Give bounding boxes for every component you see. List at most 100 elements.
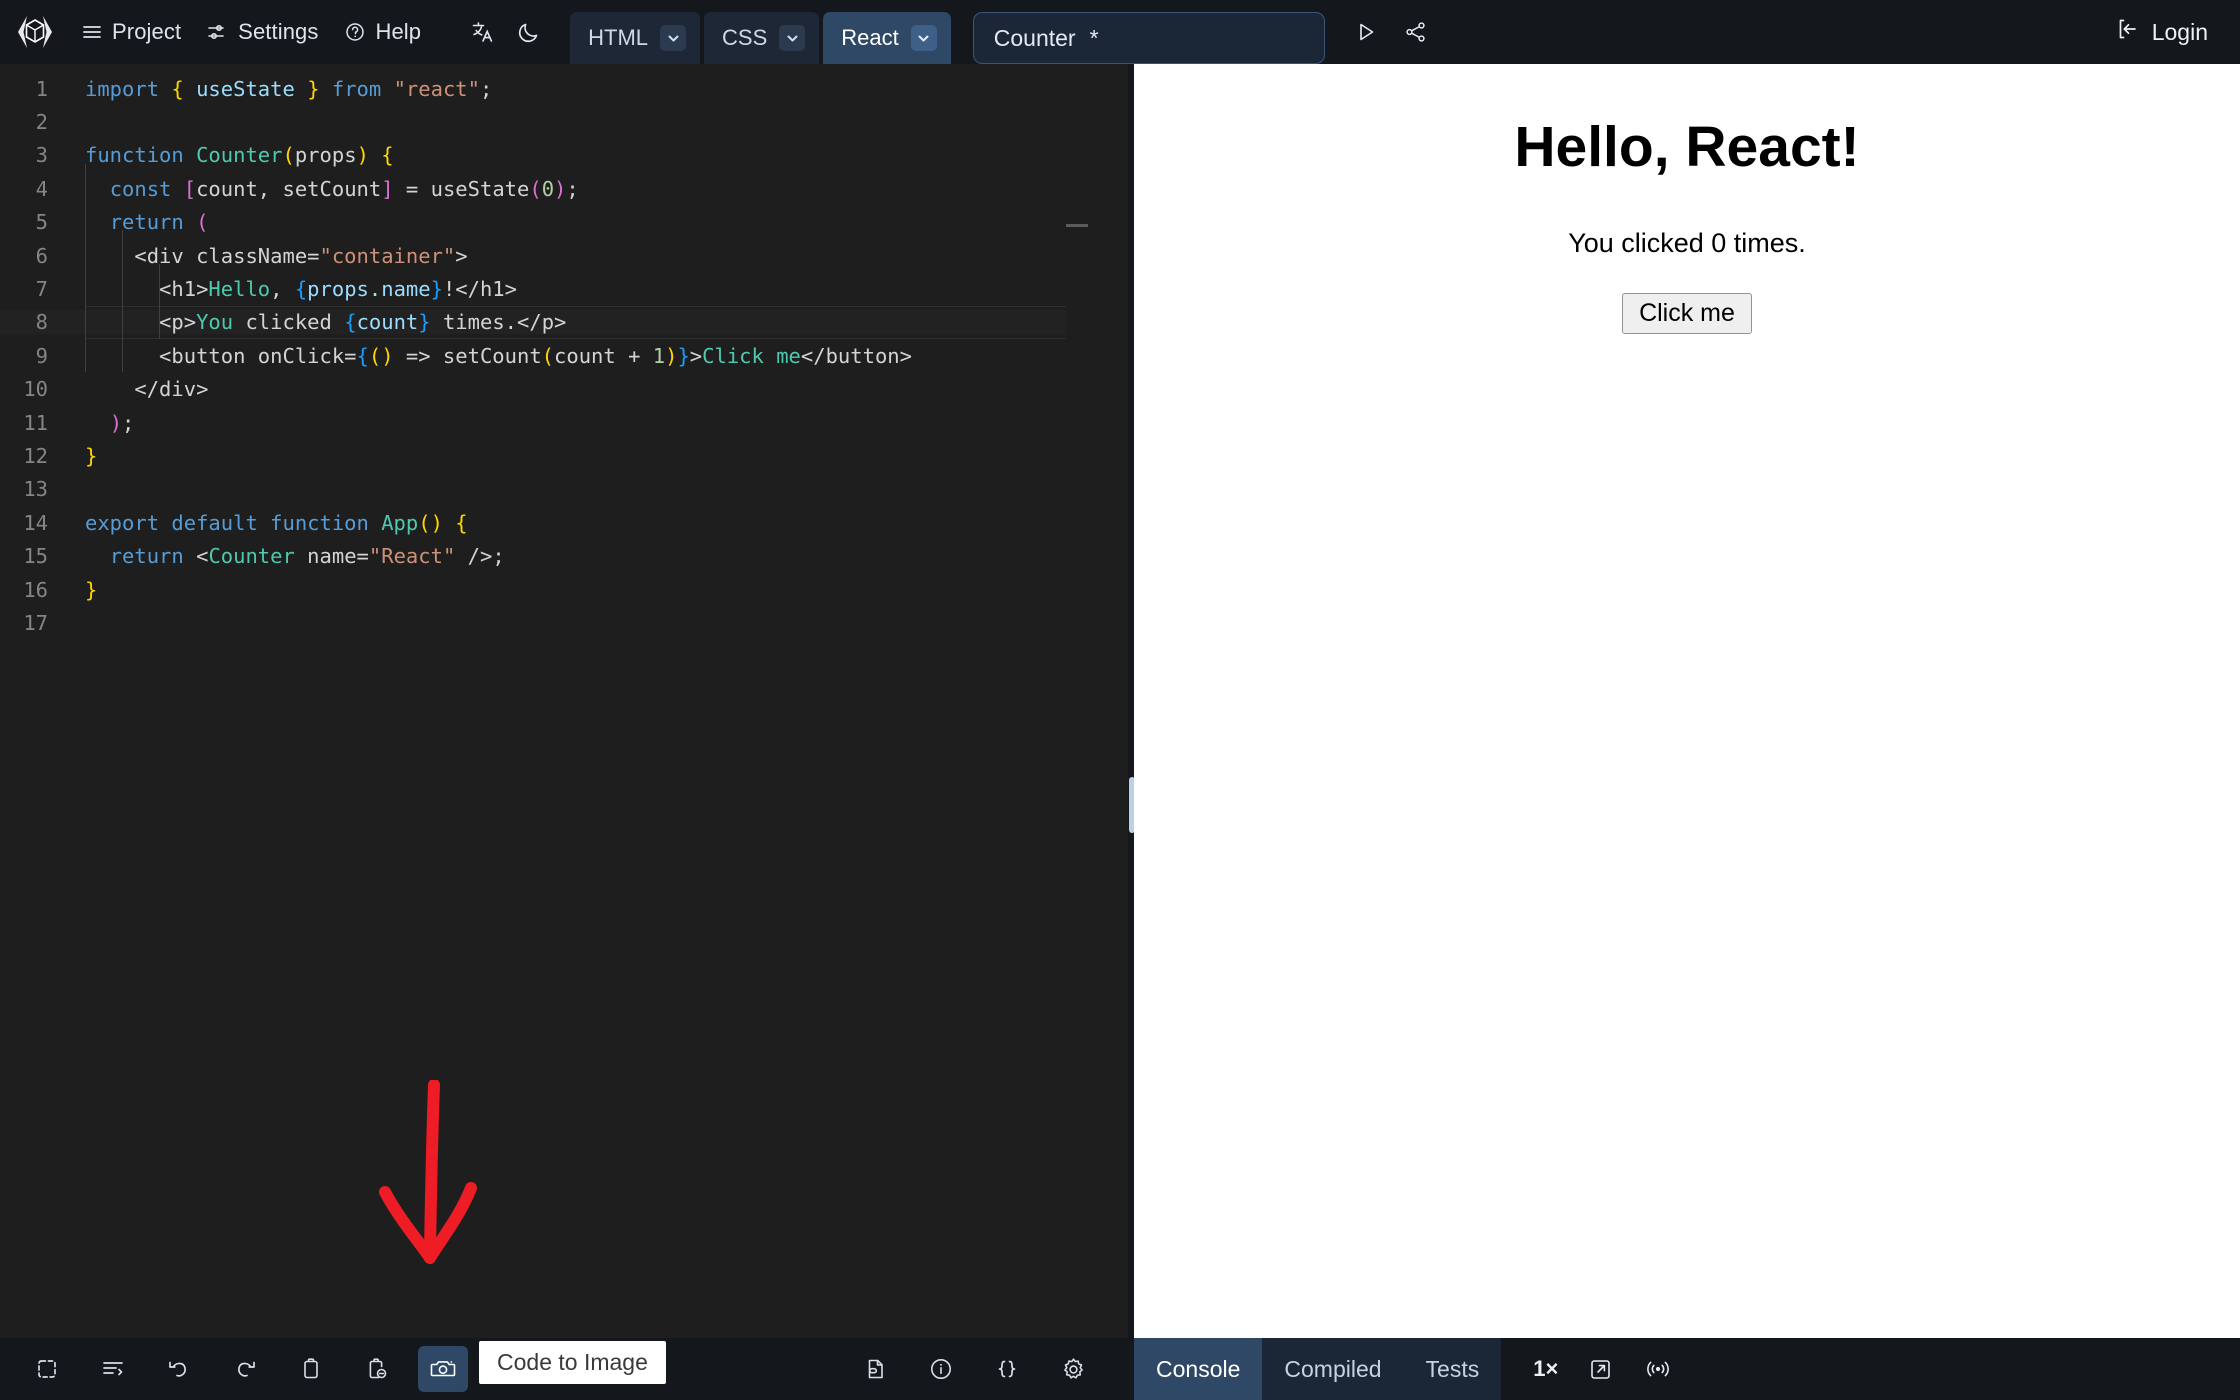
line-number: 12 (23, 443, 48, 468)
tab-css-label: CSS (722, 25, 768, 50)
top-bar: Project Settings Help HTML CSS React Cou… (0, 0, 2240, 64)
line-content[interactable]: function Counter(props) { (48, 143, 1128, 167)
menu-project-label: Project (112, 19, 182, 44)
menu-settings[interactable]: Settings (194, 10, 331, 54)
login-label: Login (2151, 18, 2208, 45)
select-all-icon[interactable] (22, 1346, 72, 1392)
login-button[interactable]: Login (2108, 16, 2216, 48)
login-arrow-icon (2116, 16, 2142, 48)
line-number: 17 (23, 610, 48, 635)
code-line[interactable]: 9 <button onClick={() => setCount(count … (0, 339, 1128, 372)
play-icon[interactable] (1343, 10, 1389, 54)
undo-icon[interactable] (154, 1346, 204, 1392)
redo-icon[interactable] (220, 1346, 270, 1392)
chevron-down-icon[interactable] (910, 25, 937, 51)
chevron-down-icon[interactable] (660, 25, 687, 51)
line-content[interactable]: export default function App() { (48, 511, 1128, 535)
camera-icon[interactable] (418, 1346, 468, 1392)
menu-project[interactable]: Project (68, 10, 194, 54)
code-line[interactable]: 11 ); (0, 406, 1128, 439)
braces-icon[interactable] (982, 1346, 1032, 1392)
language-tabs: HTML CSS React (570, 0, 951, 64)
preview-heading: Hello, React! (1514, 115, 1860, 179)
line-content[interactable]: return <Counter name="React" />; (48, 544, 1128, 568)
broadcast-icon[interactable] (1634, 1346, 1682, 1392)
line-content[interactable]: import { useState } from "react"; (48, 77, 1128, 101)
line-content[interactable]: <h1>Hello, {props.name}!</h1> (48, 277, 1128, 301)
camera-tooltip: Code to Image (479, 1341, 666, 1384)
tab-compiled[interactable]: Compiled (1262, 1338, 1404, 1400)
code-line[interactable]: 1 import { useState } from "react"; (0, 72, 1128, 105)
file-link-icon[interactable] (850, 1346, 900, 1392)
line-number: 9 (35, 343, 48, 368)
line-number: 1 (35, 76, 48, 101)
preview-click-me-button[interactable]: Click me (1622, 292, 1752, 334)
info-icon[interactable] (916, 1346, 966, 1392)
code-line[interactable]: 10 </div> (0, 373, 1128, 406)
menu-help-label: Help (375, 19, 422, 44)
line-content[interactable]: </div> (48, 377, 1128, 401)
translate-icon[interactable] (460, 10, 506, 54)
code-line[interactable]: 14 export default function App() { (0, 506, 1128, 539)
line-number: 7 (35, 277, 48, 302)
code-line[interactable]: 4 const [count, setCount] = useState(0); (0, 172, 1128, 205)
code-line[interactable]: 12} (0, 439, 1128, 472)
code-line[interactable]: 7 <h1>Hello, {props.name}!</h1> (0, 272, 1128, 305)
line-content[interactable]: const [count, setCount] = useState(0); (48, 177, 1128, 201)
code-line[interactable]: 17 (0, 606, 1128, 639)
tab-console[interactable]: Console (1134, 1338, 1263, 1400)
copy-icon[interactable] (286, 1346, 336, 1392)
file-tab-name: Counter (993, 24, 1076, 51)
line-content[interactable]: } (48, 578, 1128, 602)
chevron-down-icon[interactable] (779, 25, 806, 51)
bottom-bar: Console Compiled Tests 1× (0, 1338, 2240, 1400)
line-number: 2 (35, 110, 48, 135)
code-line[interactable]: 13 (0, 473, 1128, 506)
code-line[interactable]: 5 return ( (0, 206, 1128, 239)
editor-scrollbar[interactable] (1112, 64, 1128, 1338)
code-line[interactable]: 6 <div className="container"> (0, 239, 1128, 272)
main-area: 1 import { useState } from "react"; 2 3 func… (0, 64, 2240, 1338)
code-line[interactable]: 2 (0, 105, 1128, 138)
code-line[interactable]: 3 function Counter(props) { (0, 139, 1128, 172)
format-code-icon[interactable] (88, 1346, 138, 1392)
code-lines[interactable]: 1 import { useState } from "react"; 2 3 func… (0, 64, 1128, 640)
line-content[interactable]: ); (48, 411, 1128, 435)
paste-icon[interactable] (352, 1346, 402, 1392)
share-icon[interactable] (1393, 10, 1439, 54)
file-tab-counter[interactable]: Counter * (972, 12, 1325, 64)
moon-icon[interactable] (506, 10, 552, 54)
line-content[interactable]: return ( (48, 210, 1128, 234)
code-line[interactable]: 8 <p>You clicked {count} times.</p> (0, 305, 1128, 340)
menu-help[interactable]: Help (331, 10, 434, 54)
top-bar-left: Project Settings Help (0, 0, 552, 64)
line-content[interactable]: } (48, 444, 1128, 468)
line-number: 14 (23, 510, 48, 535)
tab-react-label: React (841, 25, 899, 50)
zoom-level-label[interactable]: 1× (1525, 1356, 1566, 1382)
console-panel-bar: Console Compiled Tests 1× (1134, 1338, 2240, 1400)
preview-paragraph: You clicked 0 times. (1568, 227, 1806, 258)
line-number: 16 (23, 577, 48, 602)
top-bar-actions (1343, 0, 1439, 64)
code-line[interactable]: 15 return <Counter name="React" />; (0, 539, 1128, 572)
code-editor[interactable]: 1 import { useState } from "react"; 2 3 func… (0, 64, 1128, 1338)
preview-tools: 1× (1501, 1338, 1682, 1400)
line-content[interactable]: <p>You clicked {count} times.</p> (48, 310, 1128, 335)
tab-html[interactable]: HTML (570, 12, 701, 64)
line-content[interactable]: <button onClick={() => setCount(count + … (48, 344, 1128, 368)
tab-tests[interactable]: Tests (1403, 1338, 1502, 1400)
tab-react[interactable]: React (823, 12, 951, 64)
open-external-icon[interactable] (1576, 1346, 1624, 1392)
tab-css[interactable]: CSS (704, 12, 820, 64)
line-number: 15 (23, 544, 48, 569)
code-cube-logo[interactable] (14, 11, 56, 53)
preview-pane: Hello, React! You clicked 0 times. Click… (1134, 64, 2240, 1338)
code-line[interactable]: 16} (0, 573, 1128, 606)
tab-html-label: HTML (588, 25, 649, 50)
line-content[interactable]: <div className="container"> (48, 244, 1128, 268)
question-circle-icon (344, 21, 366, 43)
line-number: 6 (35, 243, 48, 268)
gear-icon[interactable] (1048, 1346, 1098, 1392)
line-number: 10 (23, 377, 48, 402)
